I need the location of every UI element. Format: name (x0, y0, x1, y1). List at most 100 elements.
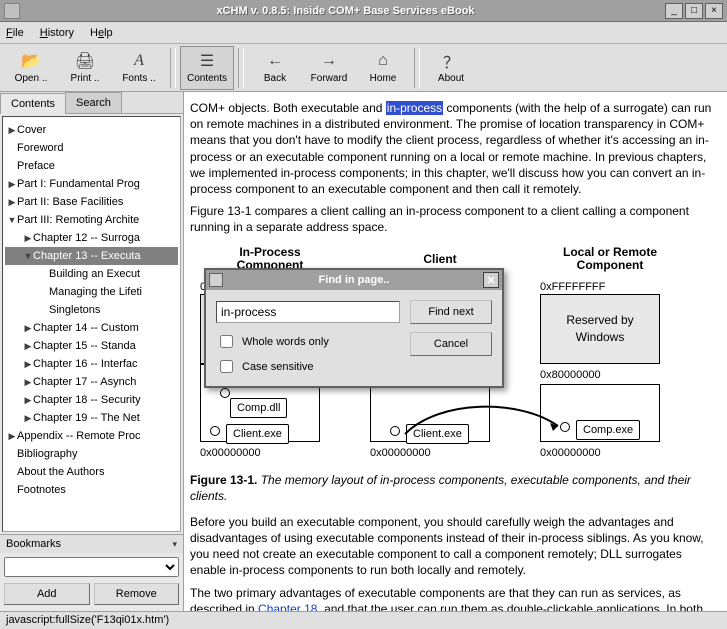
tree-item[interactable]: ▶ Part I: Fundamental Prog (5, 175, 178, 193)
tree-item-label: Foreword (17, 139, 63, 157)
tree-item[interactable]: Preface (5, 157, 178, 175)
collapse-icon[interactable]: ▼ (23, 247, 33, 265)
print-icon: 🖨 (75, 51, 95, 71)
tree-item[interactable]: Foreword (5, 139, 178, 157)
tree-item-label: Chapter 14 -- Custom (33, 319, 139, 337)
find-next-button[interactable]: Find next (410, 300, 492, 324)
chapter-link[interactable]: Chapter 18 (258, 602, 317, 611)
tree-item-label: Chapter 16 -- Interfac (33, 355, 138, 373)
expand-icon[interactable]: ▶ (23, 355, 33, 373)
find-input[interactable] (216, 301, 400, 323)
open-icon: 📂 (21, 51, 41, 71)
collapse-icon[interactable]: ▼ (7, 211, 17, 229)
tree-item[interactable]: ▶ Chapter 16 -- Interfac (5, 355, 178, 373)
tree-item-label: About the Authors (17, 463, 104, 481)
tree-item-label: Building an Execut (49, 265, 140, 283)
paragraph: Figure 13-1 compares a client calling an… (190, 203, 717, 235)
minimize-button[interactable]: _ (665, 3, 683, 19)
contents-tree[interactable]: ▶ Cover Foreword Preface▶ Part I: Fundam… (2, 116, 181, 532)
tree-item[interactable]: ▼ Part III: Remoting Archite (5, 211, 178, 229)
open-button[interactable]: 📂 Open .. (4, 46, 58, 90)
expand-icon[interactable]: ▶ (7, 175, 17, 193)
menu-history[interactable]: History (40, 27, 74, 39)
expand-icon[interactable]: ▶ (23, 409, 33, 427)
tree-item-label: Chapter 18 -- Security (33, 391, 141, 409)
bookmarks-header[interactable]: Bookmarks ▾ (0, 534, 183, 553)
tree-item[interactable]: Footnotes (5, 481, 178, 499)
app-icon (4, 3, 20, 19)
tab-search[interactable]: Search (65, 92, 122, 113)
tree-item-label: Chapter 15 -- Standa (33, 337, 136, 355)
contents-button[interactable]: ☰ Contents (180, 46, 234, 90)
highlighted-text: in-process (386, 101, 443, 115)
cancel-button[interactable]: Cancel (410, 332, 492, 356)
expand-icon[interactable]: ▶ (23, 373, 33, 391)
expand-icon[interactable]: ▶ (7, 193, 17, 211)
paragraph: COM+ objects. Both executable and in-pro… (190, 100, 717, 197)
menu-file[interactable]: File (6, 27, 24, 39)
fonts-button[interactable]: A Fonts .. (112, 46, 166, 90)
toolbar-separator (170, 48, 176, 88)
window-title: xCHM v. 0.8.5: Inside COM+ Base Services… (26, 5, 665, 17)
tree-item-label: Cover (17, 121, 46, 139)
chevron-down-icon: ▾ (172, 539, 177, 550)
back-button[interactable]: ← Back (248, 46, 302, 90)
tree-item[interactable]: ▶ Chapter 12 -- Surroga (5, 229, 178, 247)
title-bar: xCHM v. 0.8.5: Inside COM+ Base Services… (0, 0, 727, 22)
tree-item-label: Singletons (49, 301, 100, 319)
toolbar-separator (414, 48, 420, 88)
add-bookmark-button[interactable]: Add (4, 583, 90, 605)
remove-bookmark-button[interactable]: Remove (94, 583, 180, 605)
tree-item[interactable]: ▶ Chapter 19 -- The Net (5, 409, 178, 427)
home-icon: ⌂ (373, 51, 393, 71)
tree-item[interactable]: ▶ Chapter 15 -- Standa (5, 337, 178, 355)
dialog-close-button[interactable]: ✕ (483, 272, 499, 288)
expand-icon[interactable]: ▶ (7, 121, 17, 139)
expand-icon[interactable]: ▶ (23, 229, 33, 247)
tree-item[interactable]: Managing the Lifeti (5, 283, 178, 301)
expand-icon[interactable]: ▶ (23, 391, 33, 409)
home-button[interactable]: ⌂ Home (356, 46, 410, 90)
tree-item-label: Bibliography (17, 445, 78, 463)
expand-icon[interactable]: ▶ (23, 337, 33, 355)
fonts-icon: A (129, 51, 149, 71)
bookmarks-select[interactable] (4, 557, 179, 577)
maximize-button[interactable]: □ (685, 3, 703, 19)
tree-item[interactable]: Building an Execut (5, 265, 178, 283)
toolbar-separator (238, 48, 244, 88)
tree-item-label: Chapter 17 -- Asynch (33, 373, 136, 391)
find-dialog: Find in page.. ✕ Find next Whole words o… (204, 268, 504, 388)
tree-item-label: Part III: Remoting Archite (17, 211, 139, 229)
dialog-title-bar[interactable]: Find in page.. ✕ (206, 270, 502, 290)
figure-caption: Figure 13-1. The memory layout of in-pro… (190, 472, 717, 504)
about-button[interactable]: ？ About (424, 46, 478, 90)
tree-item[interactable]: ▶ Cover (5, 121, 178, 139)
sidebar: Contents Search ▶ Cover Foreword Preface… (0, 92, 184, 611)
tab-contents[interactable]: Contents (0, 93, 66, 114)
close-button[interactable]: × (705, 3, 723, 19)
tree-item[interactable]: ▶ Chapter 18 -- Security (5, 391, 178, 409)
expand-icon[interactable]: ▶ (7, 427, 17, 445)
expand-icon[interactable]: ▶ (23, 319, 33, 337)
tree-item-label: Chapter 19 -- The Net (33, 409, 140, 427)
tree-item[interactable]: Singletons (5, 301, 178, 319)
whole-words-checkbox[interactable]: Whole words only (216, 332, 400, 351)
forward-button[interactable]: → Forward (302, 46, 356, 90)
tree-item[interactable]: ▶ Appendix -- Remote Proc (5, 427, 178, 445)
menu-bar: File History Help (0, 22, 727, 44)
menu-help[interactable]: Help (90, 27, 113, 39)
tree-item-label: Part II: Base Facilities (17, 193, 123, 211)
back-icon: ← (265, 51, 285, 71)
contents-icon: ☰ (197, 51, 217, 71)
print-button[interactable]: 🖨 Print .. (58, 46, 112, 90)
about-icon: ？ (441, 51, 461, 71)
tree-item[interactable]: ▶ Chapter 14 -- Custom (5, 319, 178, 337)
tree-item[interactable]: ▶ Part II: Base Facilities (5, 193, 178, 211)
tree-item[interactable]: ▼ Chapter 13 -- Executa (5, 247, 178, 265)
tree-item[interactable]: Bibliography (5, 445, 178, 463)
tree-item[interactable]: About the Authors (5, 463, 178, 481)
tree-item-label: Managing the Lifeti (49, 283, 142, 301)
case-sensitive-checkbox[interactable]: Case sensitive (216, 357, 400, 376)
arrow-icon (400, 394, 570, 444)
tree-item[interactable]: ▶ Chapter 17 -- Asynch (5, 373, 178, 391)
